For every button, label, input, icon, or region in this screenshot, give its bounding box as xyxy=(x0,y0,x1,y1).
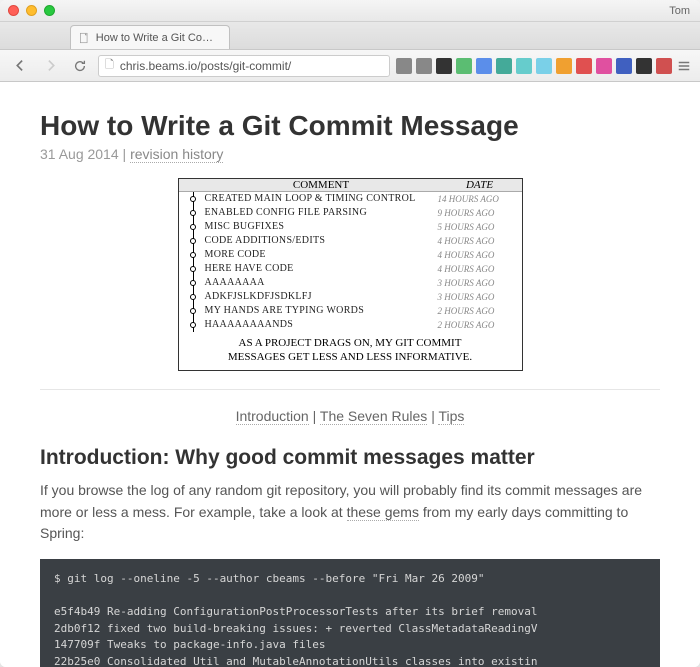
extension-area xyxy=(396,58,692,74)
back-button[interactable] xyxy=(8,55,32,77)
post-date: 31 Aug 2014 xyxy=(40,146,119,162)
hamburger-icon xyxy=(677,59,691,73)
commit-date: 2 HOURS AGO xyxy=(438,318,522,332)
intro-paragraph: If you browse the log of any random git … xyxy=(40,480,660,545)
post-meta: 31 Aug 2014 | revision history xyxy=(40,146,660,162)
page-title: How to Write a Git Commit Message xyxy=(40,110,660,142)
commit-date: 4 HOURS AGO xyxy=(438,248,522,262)
commit-dot-icon xyxy=(190,294,196,300)
divider xyxy=(40,389,660,390)
table-of-contents: Introduction | The Seven Rules | Tips xyxy=(40,408,660,424)
commit-dot-icon xyxy=(190,266,196,272)
commit-date: 9 HOURS AGO xyxy=(438,206,522,220)
commit-date: 14 HOURS AGO xyxy=(438,192,522,206)
arrow-right-icon xyxy=(44,59,57,72)
extension-icon[interactable] xyxy=(536,58,552,74)
revision-history-link[interactable]: revision history xyxy=(130,146,223,163)
extension-icon[interactable] xyxy=(396,58,412,74)
comic-row: MY HANDS ARE TYPING WORDS2 HOURS AGO xyxy=(179,304,522,318)
git-log-codeblock: $ git log --oneline -5 --author cbeams -… xyxy=(40,559,660,667)
extension-icon[interactable] xyxy=(436,58,452,74)
commit-dot-icon xyxy=(190,224,196,230)
window-controls xyxy=(8,5,55,16)
extension-icon[interactable] xyxy=(416,58,432,74)
tab-title: How to Write a Git Commit × xyxy=(96,32,221,44)
reload-button[interactable] xyxy=(68,55,92,77)
commit-comment: ADKFJSLKDFJSDKLFJ xyxy=(205,290,438,304)
page-icon xyxy=(79,32,90,44)
commit-comment: MY HANDS ARE TYPING WORDS xyxy=(205,304,438,318)
commit-comment: HAAAAAAAANDS xyxy=(205,318,438,332)
commit-dot-icon xyxy=(190,322,196,328)
browser-window: Tom How to Write a Git Commit × 🗋 chris.… xyxy=(0,0,700,667)
article: How to Write a Git Commit Message 31 Aug… xyxy=(0,82,700,667)
extension-icon[interactable] xyxy=(616,58,632,74)
commit-comment: CODE ADDITIONS/EDITS xyxy=(205,234,438,248)
commit-dot-icon xyxy=(190,252,196,258)
commit-comment: HERE HAVE CODE xyxy=(205,262,438,276)
close-window-button[interactable] xyxy=(8,5,19,16)
extension-icon[interactable] xyxy=(496,58,512,74)
extension-icon[interactable] xyxy=(576,58,592,74)
commit-dot-icon xyxy=(190,308,196,314)
commit-comment: AAAAAAAA xyxy=(205,276,438,290)
commit-date: 5 HOURS AGO xyxy=(438,220,522,234)
intro-heading: Introduction: Why good commit messages m… xyxy=(40,446,660,470)
toolbar: 🗋 chris.beams.io/posts/git-commit/ xyxy=(0,50,700,82)
comic-row: CREATED MAIN LOOP & TIMING CONTROL14 HOU… xyxy=(179,192,522,206)
address-bar[interactable]: 🗋 chris.beams.io/posts/git-commit/ xyxy=(98,55,390,77)
commit-date: 4 HOURS AGO xyxy=(438,234,522,248)
comic-caption: AS A PROJECT DRAGS ON, MY GIT COMMIT MES… xyxy=(179,332,522,370)
commit-date: 4 HOURS AGO xyxy=(438,262,522,276)
commit-comment: MORE CODE xyxy=(205,248,438,262)
extension-icon[interactable] xyxy=(636,58,652,74)
comic-col-comment: COMMENT xyxy=(205,179,438,191)
tab-strip: How to Write a Git Commit × xyxy=(0,22,700,50)
commit-dot-icon xyxy=(190,210,196,216)
extension-icon[interactable] xyxy=(456,58,472,74)
toc-link-intro[interactable]: Introduction xyxy=(236,408,309,425)
comic-row: MORE CODE4 HOURS AGO xyxy=(179,248,522,262)
menu-button[interactable] xyxy=(676,58,692,74)
browser-tab[interactable]: How to Write a Git Commit × xyxy=(70,25,230,49)
comic-row: ENABLED CONFIG FILE PARSING9 HOURS AGO xyxy=(179,206,522,220)
zoom-window-button[interactable] xyxy=(44,5,55,16)
comic-row: HERE HAVE CODE4 HOURS AGO xyxy=(179,262,522,276)
comic-row: MISC BUGFIXES5 HOURS AGO xyxy=(179,220,522,234)
commit-date: 2 HOURS AGO xyxy=(438,304,522,318)
extension-icon[interactable] xyxy=(516,58,532,74)
arrow-left-icon xyxy=(14,59,27,72)
commit-comment: CREATED MAIN LOOP & TIMING CONTROL xyxy=(205,192,438,206)
xkcd-comic: COMMENT DATE CREATED MAIN LOOP & TIMING … xyxy=(178,178,523,371)
extension-icon[interactable] xyxy=(556,58,572,74)
minimize-window-button[interactable] xyxy=(26,5,37,16)
toc-link-tips[interactable]: Tips xyxy=(438,408,464,425)
toc-link-seven-rules[interactable]: The Seven Rules xyxy=(320,408,427,425)
commit-dot-icon xyxy=(190,238,196,244)
extension-icon[interactable] xyxy=(596,58,612,74)
comic-row: CODE ADDITIONS/EDITS4 HOURS AGO xyxy=(179,234,522,248)
extension-icon[interactable] xyxy=(476,58,492,74)
commit-dot-icon xyxy=(190,196,196,202)
commit-comment: ENABLED CONFIG FILE PARSING xyxy=(205,206,438,220)
reload-icon xyxy=(73,59,87,73)
commit-date: 3 HOURS AGO xyxy=(438,290,522,304)
site-info-icon[interactable]: 🗋 xyxy=(105,56,114,75)
extension-icon[interactable] xyxy=(656,58,672,74)
these-gems-link[interactable]: these gems xyxy=(347,504,419,521)
url-text: chris.beams.io/posts/git-commit/ xyxy=(120,59,291,73)
comic-row: AAAAAAAA3 HOURS AGO xyxy=(179,276,522,290)
comic-row: HAAAAAAAANDS2 HOURS AGO xyxy=(179,318,522,332)
commit-date: 3 HOURS AGO xyxy=(438,276,522,290)
comic-row: ADKFJSLKDFJSDKLFJ3 HOURS AGO xyxy=(179,290,522,304)
comic-col-date: DATE xyxy=(438,179,522,191)
titlebar: Tom xyxy=(0,0,700,22)
page-content: How to Write a Git Commit Message 31 Aug… xyxy=(0,82,700,667)
profile-label[interactable]: Tom xyxy=(669,5,690,17)
commit-comment: MISC BUGFIXES xyxy=(205,220,438,234)
forward-button[interactable] xyxy=(38,55,62,77)
comic-header: COMMENT DATE xyxy=(179,179,522,192)
commit-dot-icon xyxy=(190,280,196,286)
